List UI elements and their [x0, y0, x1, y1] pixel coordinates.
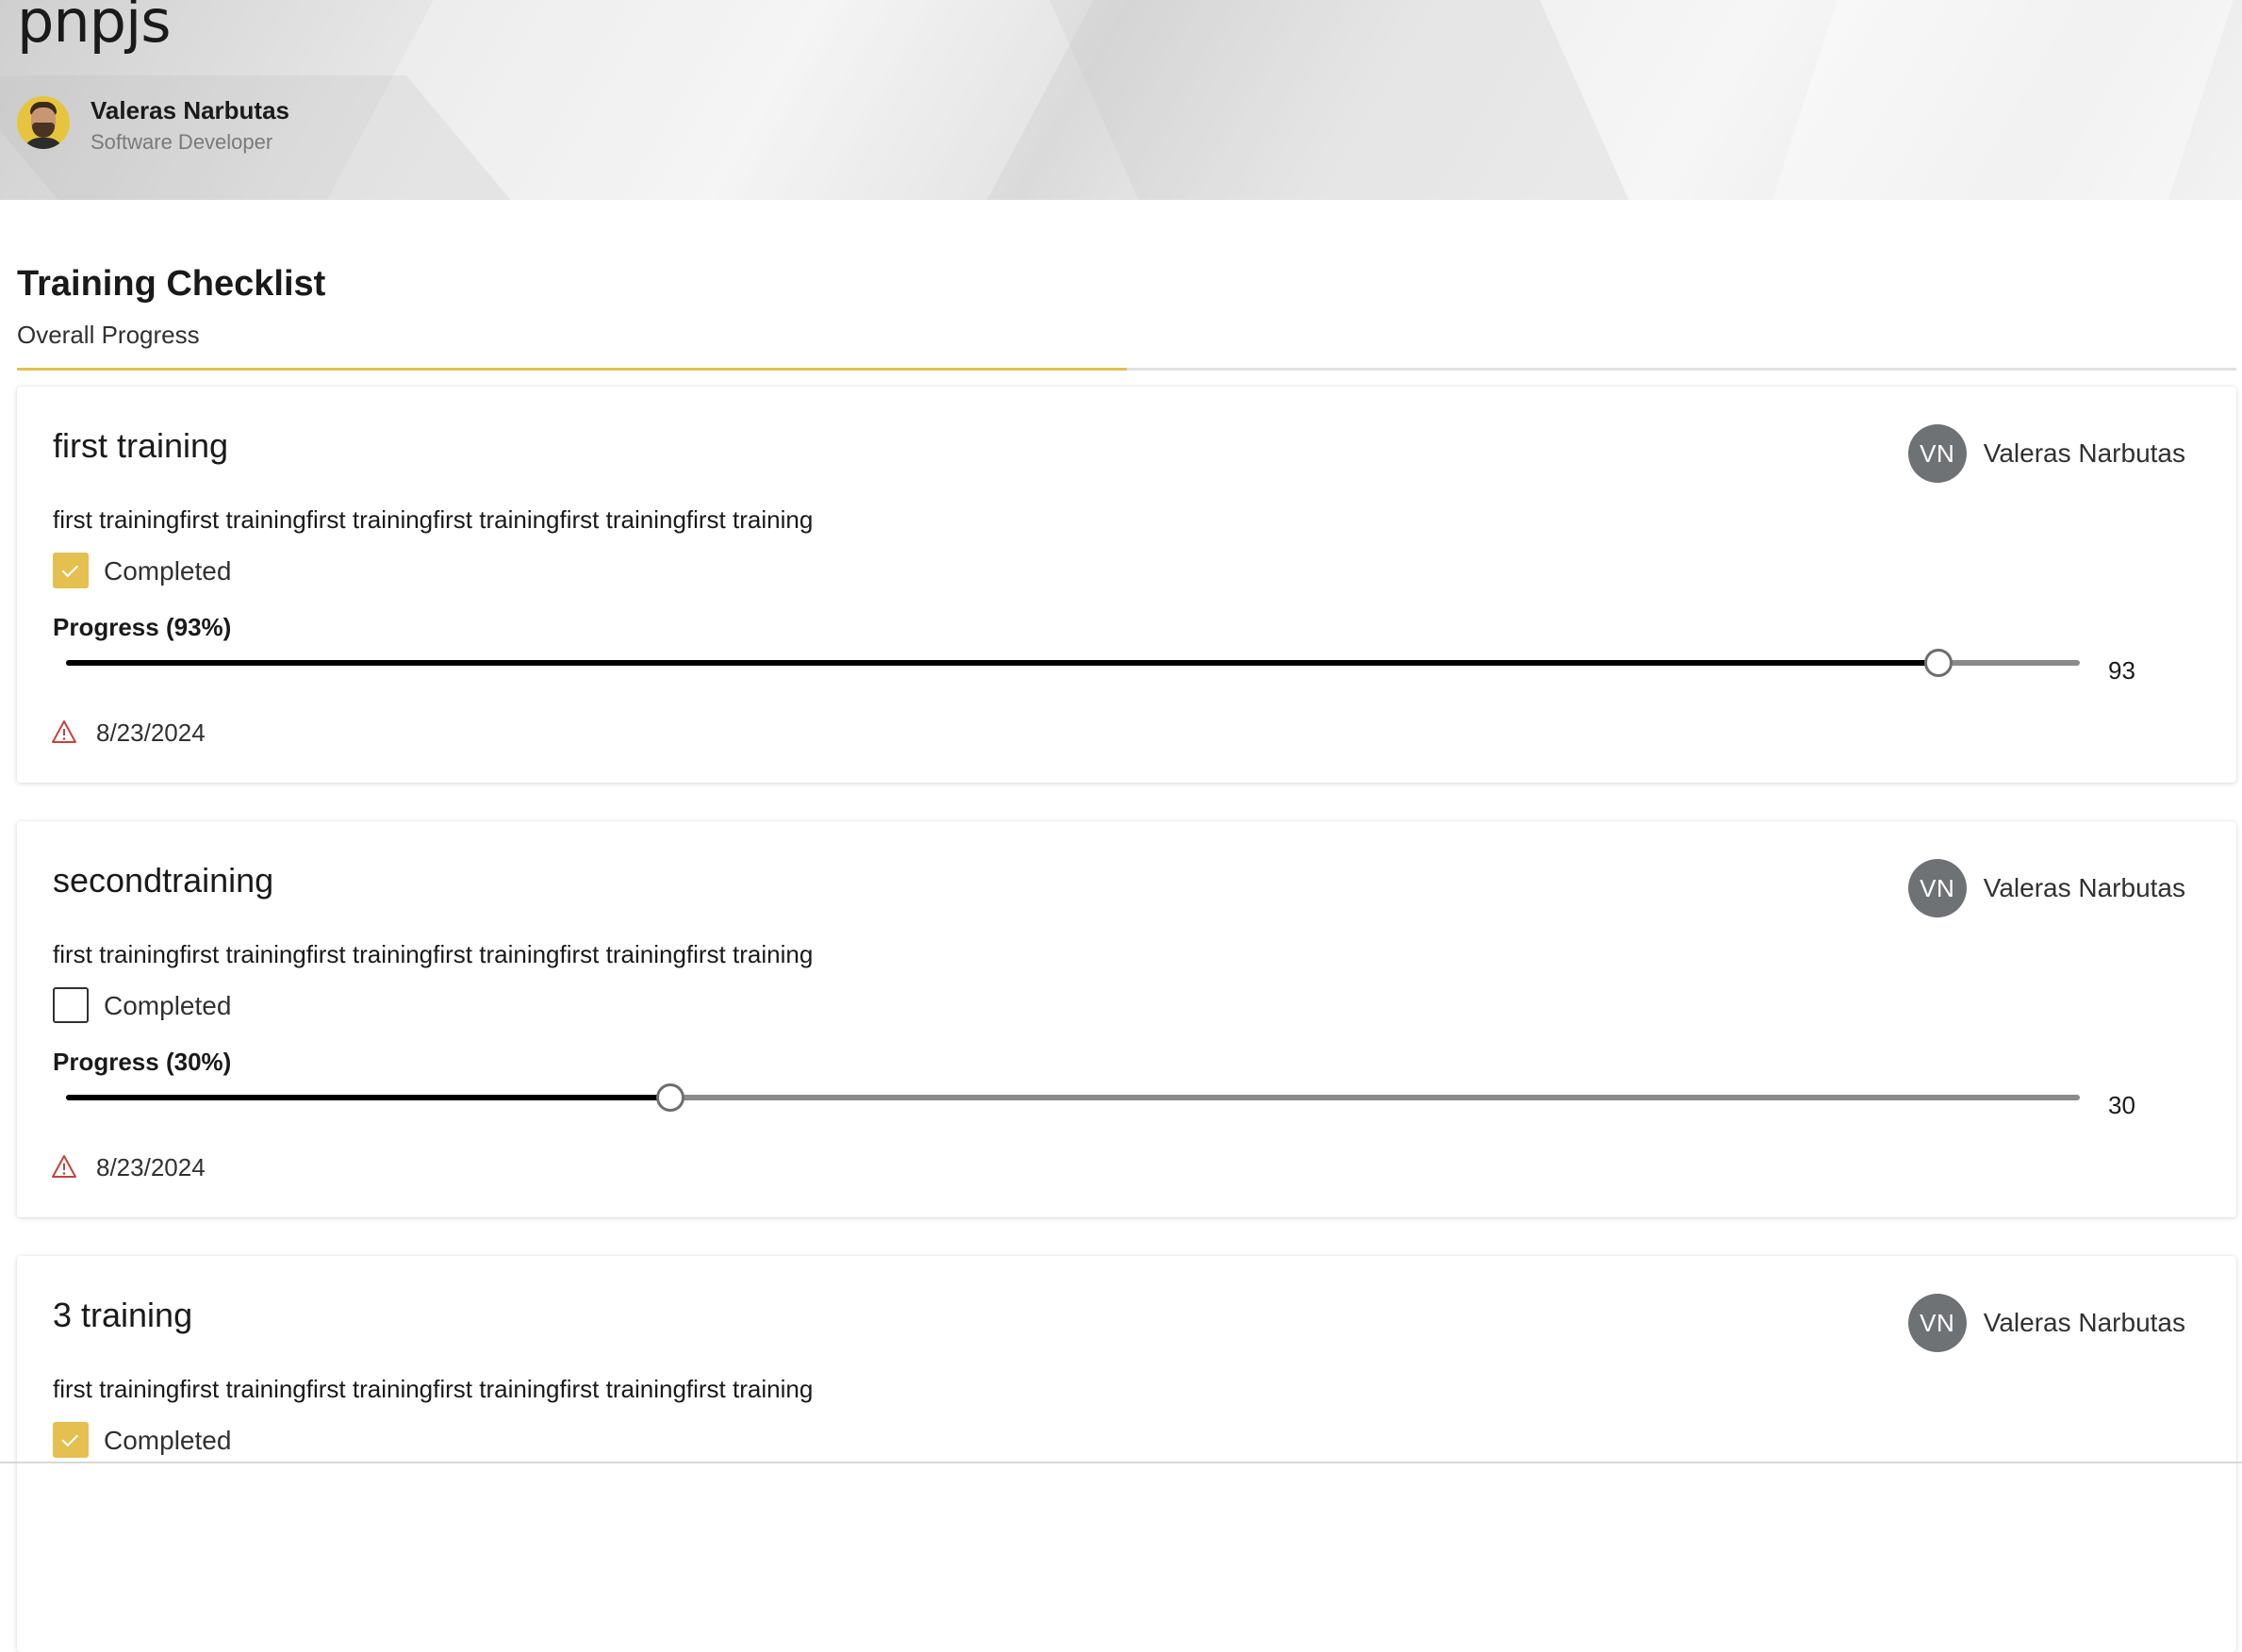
training-description: first trainingfirst trainingfirst traini…	[53, 1375, 814, 1403]
assignee-avatar: VN	[1907, 424, 1967, 483]
author-role: Software Developer	[91, 130, 273, 154]
training-description: first trainingfirst trainingfirst traini…	[53, 940, 814, 968]
assignee-name: Valeras Narbutas	[1983, 438, 2185, 468]
checkmark-icon	[61, 1429, 79, 1446]
site-title[interactable]: pnpjs	[17, 0, 172, 56]
assignee-avatar: VN	[1907, 859, 1967, 917]
assignee-persona[interactable]: VN Valeras Narbutas	[1907, 424, 2185, 483]
header-background-facet	[1733, 0, 2242, 200]
progress-label: Progress (30%)	[53, 1048, 232, 1076]
overall-progress-label: Overall Progress	[17, 321, 200, 349]
overall-progress-bar	[17, 368, 2236, 371]
completed-label[interactable]: Completed	[104, 556, 231, 586]
completed-checkbox[interactable]	[53, 987, 89, 1023]
page-bottom-border	[0, 1462, 2242, 1463]
page-title: Training Checklist	[17, 264, 326, 304]
completed-label[interactable]: Completed	[104, 991, 231, 1021]
slider-thumb[interactable]	[1924, 649, 1954, 677]
training-title: secondtraining	[53, 861, 274, 900]
due-date: 8/23/2024	[96, 719, 206, 747]
checkmark-icon	[61, 560, 79, 577]
training-card: first training VN Valeras Narbutas first…	[17, 387, 2236, 783]
assignee-persona[interactable]: VN Valeras Narbutas	[1907, 859, 2185, 917]
header-background-facet	[1032, 0, 1683, 200]
author-avatar[interactable]	[17, 96, 70, 149]
slider-thumb[interactable]	[655, 1083, 684, 1112]
author-name[interactable]: Valeras Narbutas	[91, 96, 289, 125]
due-date: 8/23/2024	[96, 1153, 206, 1181]
training-title: first training	[53, 426, 229, 465]
warning-icon	[52, 1155, 76, 1178]
training-card: 3 training VN Valeras Narbutas first tra…	[17, 1256, 2236, 1652]
assignee-persona[interactable]: VN Valeras Narbutas	[1907, 1294, 2185, 1352]
slider-fill	[66, 1095, 670, 1100]
training-card: secondtraining VN Valeras Narbutas first…	[17, 821, 2236, 1217]
overall-progress-fill	[17, 368, 1127, 371]
training-title: 3 training	[53, 1296, 193, 1334]
assignee-name: Valeras Narbutas	[1983, 1308, 2185, 1337]
progress-slider[interactable]	[66, 1076, 2080, 1117]
assignee-name: Valeras Narbutas	[1983, 873, 2185, 902]
progress-label: Progress (93%)	[53, 613, 232, 641]
completed-checkbox[interactable]	[53, 1422, 89, 1458]
warning-icon	[52, 720, 76, 743]
assignee-avatar: VN	[1907, 1294, 1967, 1352]
site-header: pnpjs Valeras Narbutas Software Develope…	[0, 0, 2242, 200]
training-description: first trainingfirst trainingfirst traini…	[53, 505, 814, 534]
completed-label[interactable]: Completed	[104, 1426, 231, 1456]
progress-value: 93	[2108, 656, 2135, 685]
completed-checkbox[interactable]	[53, 553, 89, 588]
progress-slider[interactable]	[66, 641, 2080, 683]
slider-fill	[66, 660, 1939, 666]
progress-value: 30	[2108, 1091, 2135, 1119]
